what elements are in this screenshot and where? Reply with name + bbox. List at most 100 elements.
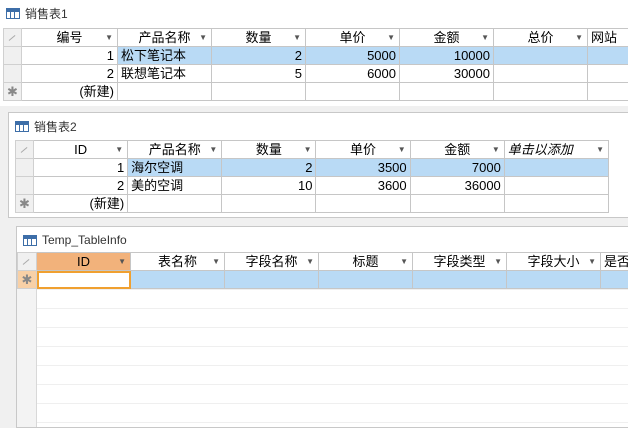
column-header[interactable]: ID▼: [37, 253, 131, 271]
add-column-header[interactable]: 单击以添加▼: [504, 141, 608, 159]
cell[interactable]: [504, 177, 608, 195]
dropdown-arrow-icon[interactable]: ▼: [118, 253, 126, 270]
cell[interactable]: [131, 271, 225, 289]
cell[interactable]: [118, 83, 212, 101]
row-selector[interactable]: [16, 177, 34, 195]
dropdown-arrow-icon[interactable]: ▼: [209, 141, 217, 158]
cell[interactable]: [494, 83, 588, 101]
table-row[interactable]: 1 松下笔记本 2 5000 10000: [4, 47, 628, 65]
new-record-row[interactable]: ✱ (新建): [4, 83, 628, 101]
cell[interactable]: 3500: [316, 159, 410, 177]
cell[interactable]: 2: [222, 159, 316, 177]
cell[interactable]: 3600: [316, 177, 410, 195]
cell[interactable]: 1: [22, 47, 118, 65]
dropdown-arrow-icon[interactable]: ▼: [115, 141, 123, 158]
dropdown-arrow-icon[interactable]: ▼: [492, 141, 500, 158]
cell[interactable]: [222, 195, 316, 213]
table-row[interactable]: 2 美的空调 10 3600 36000: [16, 177, 609, 195]
new-record-row[interactable]: ✱: [18, 271, 628, 289]
id-input-cell[interactable]: [37, 271, 131, 289]
dropdown-arrow-icon[interactable]: ▼: [575, 29, 583, 46]
new-record-label[interactable]: (新建): [22, 83, 118, 101]
cell[interactable]: 2: [34, 177, 128, 195]
cell[interactable]: 松下笔记本: [118, 47, 212, 65]
cell[interactable]: 30000: [400, 65, 494, 83]
table-window-temp-tableinfo[interactable]: Temp_TableInfo ID▼ 表名称▼ 字段名称▼ 标题▼ 字段类型▼ …: [16, 226, 628, 428]
column-header[interactable]: 金额▼: [400, 29, 494, 47]
dropdown-arrow-icon[interactable]: ▼: [494, 253, 502, 270]
cell[interactable]: [494, 47, 588, 65]
table-row[interactable]: 1 海尔空调 2 3500 7000: [16, 159, 609, 177]
cell[interactable]: [507, 271, 601, 289]
table-window-sales1[interactable]: 销售表1 编号▼ 产品名称▼ 数量▼ 单价▼ 金额▼ 总价▼ 网站 1 松下笔记…: [0, 0, 628, 106]
cell[interactable]: [413, 271, 507, 289]
column-header[interactable]: 数量▼: [212, 29, 306, 47]
dropdown-arrow-icon[interactable]: ▼: [304, 141, 312, 158]
dropdown-arrow-icon[interactable]: ▼: [293, 29, 301, 46]
dropdown-arrow-icon[interactable]: ▼: [387, 29, 395, 46]
table-window-sales2[interactable]: 销售表2 ID▼ 产品名称▼ 数量▼ 单价▼ 金额▼ 单击以添加▼ 1 海尔空调…: [8, 112, 628, 218]
cell[interactable]: [316, 195, 410, 213]
dropdown-arrow-icon[interactable]: ▼: [212, 253, 220, 270]
cell[interactable]: [410, 195, 504, 213]
cell[interactable]: 5: [212, 65, 306, 83]
dropdown-arrow-icon[interactable]: ▼: [105, 29, 113, 46]
dropdown-arrow-icon[interactable]: ▼: [588, 253, 596, 270]
cell[interactable]: [225, 271, 319, 289]
dropdown-arrow-icon[interactable]: ▼: [398, 141, 406, 158]
cell[interactable]: [400, 83, 494, 101]
column-header[interactable]: 单价▼: [306, 29, 400, 47]
column-header[interactable]: 编号▼: [22, 29, 118, 47]
cell[interactable]: [601, 271, 628, 289]
column-header[interactable]: 总价▼: [494, 29, 588, 47]
row-selector[interactable]: [4, 65, 22, 83]
row-selector[interactable]: [4, 47, 22, 65]
cell[interactable]: 36000: [410, 177, 504, 195]
cell[interactable]: [319, 271, 413, 289]
cell[interactable]: 6000: [306, 65, 400, 83]
dropdown-arrow-icon[interactable]: ▼: [481, 29, 489, 46]
cell[interactable]: [128, 195, 222, 213]
column-header[interactable]: 产品名称▼: [118, 29, 212, 47]
column-header[interactable]: 字段名称▼: [225, 253, 319, 271]
cell[interactable]: 联想笔记本: [118, 65, 212, 83]
window-titlebar[interactable]: 销售表2: [9, 113, 628, 139]
cell[interactable]: 海尔空调: [128, 159, 222, 177]
dropdown-arrow-icon[interactable]: ▼: [400, 253, 408, 270]
row-selector[interactable]: [16, 159, 34, 177]
select-all-cell[interactable]: [4, 29, 22, 47]
cell[interactable]: [504, 159, 608, 177]
dropdown-arrow-icon[interactable]: ▼: [306, 253, 314, 270]
select-all-cell[interactable]: [16, 141, 34, 159]
column-header[interactable]: 表名称▼: [131, 253, 225, 271]
new-record-label[interactable]: (新建): [34, 195, 128, 213]
datasheet-grid[interactable]: ID▼ 表名称▼ 字段名称▼ 标题▼ 字段类型▼ 字段大小▼ 是否 ✱: [17, 252, 628, 289]
window-titlebar[interactable]: Temp_TableInfo: [17, 227, 628, 253]
datasheet-grid[interactable]: ID▼ 产品名称▼ 数量▼ 单价▼ 金额▼ 单击以添加▼ 1 海尔空调 2 35…: [15, 140, 609, 213]
column-header[interactable]: 字段类型▼: [413, 253, 507, 271]
cell[interactable]: 2: [22, 65, 118, 83]
column-header[interactable]: 产品名称▼: [128, 141, 222, 159]
column-header[interactable]: 是否: [601, 253, 628, 271]
datasheet-grid[interactable]: 编号▼ 产品名称▼ 数量▼ 单价▼ 金额▼ 总价▼ 网站 1 松下笔记本 2 5…: [3, 28, 628, 101]
column-header[interactable]: 单价▼: [316, 141, 410, 159]
dropdown-arrow-icon[interactable]: ▼: [199, 29, 207, 46]
column-header[interactable]: ID▼: [34, 141, 128, 159]
cell[interactable]: [588, 83, 628, 101]
table-row[interactable]: 2 联想笔记本 5 6000 30000: [4, 65, 628, 83]
column-header[interactable]: 网站: [588, 29, 628, 47]
cell[interactable]: 7000: [410, 159, 504, 177]
window-titlebar[interactable]: 销售表1: [0, 0, 628, 26]
cell[interactable]: 5000: [306, 47, 400, 65]
cell[interactable]: 2: [212, 47, 306, 65]
cell[interactable]: 10: [222, 177, 316, 195]
dropdown-arrow-icon[interactable]: ▼: [596, 141, 604, 158]
cell[interactable]: [504, 195, 608, 213]
column-header[interactable]: 标题▼: [319, 253, 413, 271]
column-header[interactable]: 金额▼: [410, 141, 504, 159]
column-header[interactable]: 字段大小▼: [507, 253, 601, 271]
cell[interactable]: [588, 47, 628, 65]
cell[interactable]: [212, 83, 306, 101]
cell[interactable]: 美的空调: [128, 177, 222, 195]
column-header[interactable]: 数量▼: [222, 141, 316, 159]
